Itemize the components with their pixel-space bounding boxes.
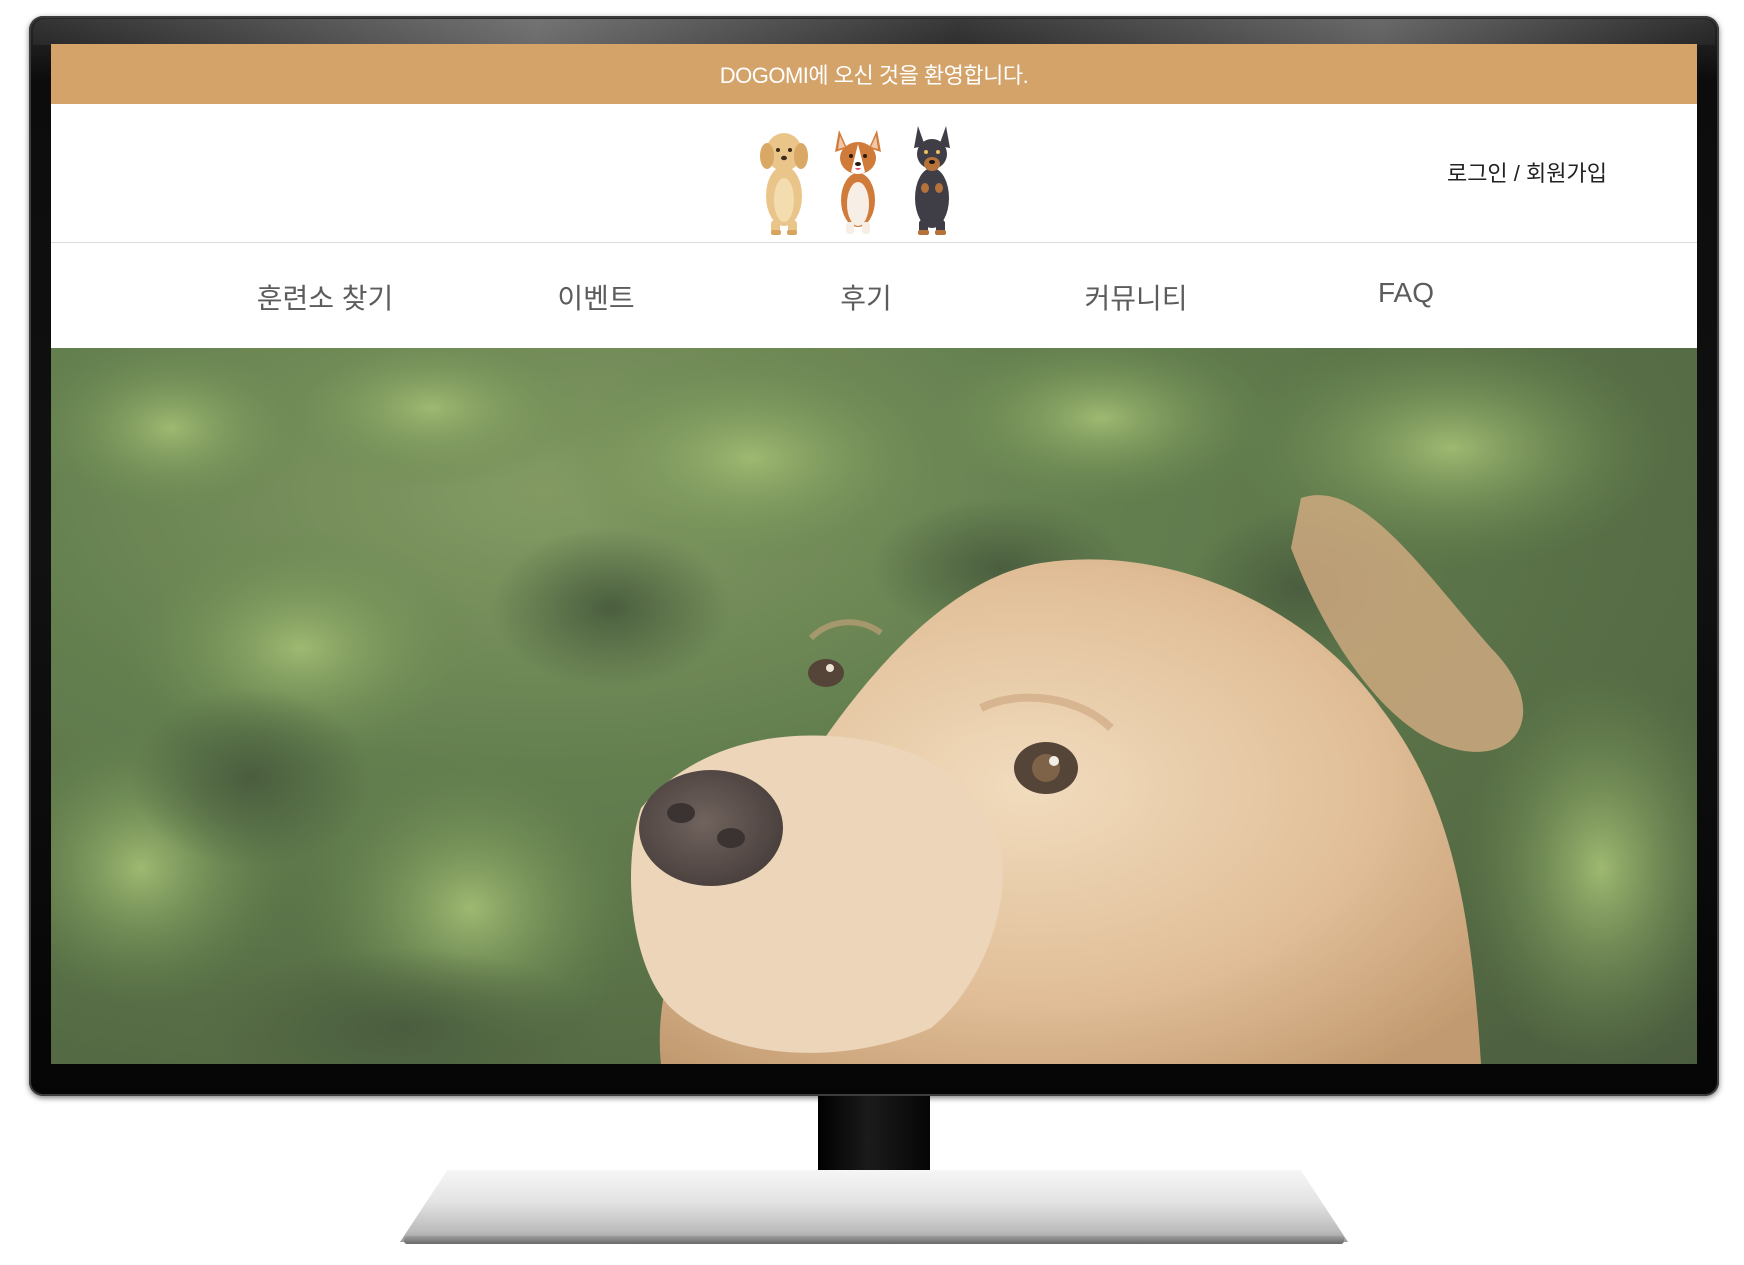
doberman-icon bbox=[914, 126, 950, 235]
hero-image bbox=[51, 348, 1697, 1064]
nav-item-community[interactable]: 커뮤니티 bbox=[1084, 277, 1187, 317]
nav-item-events[interactable]: 이벤트 bbox=[557, 277, 634, 317]
nav-item-faq[interactable]: FAQ bbox=[1378, 277, 1434, 309]
site-header: 로그인 / 회원가입 bbox=[51, 104, 1697, 243]
login-link[interactable]: 로그인 bbox=[1447, 161, 1508, 186]
hero-overlay bbox=[51, 348, 1697, 1064]
auth-separator: / bbox=[1507, 161, 1527, 186]
corgi-icon bbox=[835, 130, 881, 234]
signup-link[interactable]: 회원가입 bbox=[1526, 161, 1607, 186]
site-logo[interactable] bbox=[757, 112, 987, 236]
monitor-stand-neck bbox=[818, 1096, 930, 1183]
monitor-stand-edge bbox=[404, 1236, 1344, 1244]
website-screen: DOGOMI에 오신 것을 환영합니다. 로그인 / 회원가입 훈련소 찾기 이… bbox=[51, 44, 1697, 1064]
main-nav: 훈련소 찾기 이벤트 후기 커뮤니티 FAQ bbox=[51, 243, 1697, 349]
nav-item-find-training[interactable]: 훈련소 찾기 bbox=[257, 277, 394, 317]
welcome-banner: DOGOMI에 오신 것을 환영합니다. bbox=[51, 44, 1697, 104]
golden-retriever-icon bbox=[760, 133, 808, 235]
monitor-stand-base bbox=[400, 1170, 1348, 1242]
auth-links: 로그인 / 회원가입 bbox=[1447, 156, 1607, 188]
welcome-banner-text: DOGOMI에 오신 것을 환영합니다. bbox=[719, 63, 1029, 88]
nav-item-reviews[interactable]: 후기 bbox=[840, 277, 892, 317]
